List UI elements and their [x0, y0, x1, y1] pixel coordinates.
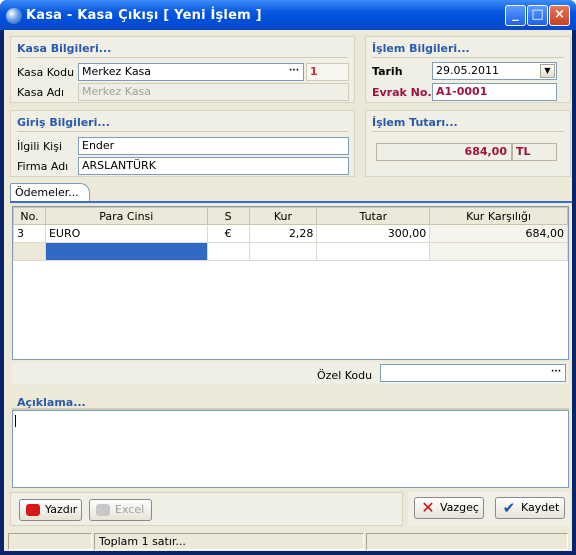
printer-icon: [26, 504, 40, 516]
kasa-adi-label: Kasa Adı: [17, 86, 65, 99]
table-header-row: No. Para Cinsi S Kur Tutar Kur Karşılığı: [13, 207, 568, 225]
ilgili-kisi-label: İlgili Kişi: [17, 140, 63, 153]
vazgec-button[interactable]: ✕ Vazgeç: [414, 497, 484, 519]
col-s-header[interactable]: S: [206, 207, 250, 225]
table-row-new[interactable]: [13, 242, 568, 261]
tutar-panel-title: İşlem Tutarı...: [372, 116, 458, 129]
chevron-down-icon[interactable]: ▼: [540, 64, 555, 78]
firma-adi-field[interactable]: ARSLANTÜRK: [78, 157, 349, 175]
cell-symbol[interactable]: [206, 242, 250, 261]
status-cell-right: [366, 533, 568, 550]
ozel-kodu-label: Özel Kodu: [317, 369, 373, 382]
cell-kur[interactable]: [248, 242, 318, 261]
check-icon: ✔: [502, 499, 516, 517]
right-button-bar: ✕ Vazgeç ✔ Kaydet: [408, 492, 570, 526]
col-no-header[interactable]: No.: [13, 207, 46, 225]
kaydet-label: Kaydet: [521, 501, 560, 514]
cell-symbol[interactable]: €: [206, 224, 250, 243]
odemeler-table: No. Para Cinsi S Kur Tutar Kur Karşılığı…: [13, 207, 568, 261]
cancel-x-icon: ✕: [421, 498, 435, 517]
text-caret: [15, 415, 16, 427]
divider: [17, 131, 348, 132]
status-message: Toplam 1 satır...: [94, 533, 364, 550]
divider: [372, 131, 564, 132]
cell-para-cinsi-selected[interactable]: [44, 242, 208, 261]
col-para-cinsi-header[interactable]: Para Cinsi: [44, 207, 208, 225]
ilgili-kisi-field[interactable]: Ender: [78, 137, 349, 155]
giris-panel-title: Giriş Bilgileri...: [17, 116, 110, 129]
tab-odemeler[interactable]: Ödemeler...: [10, 183, 90, 202]
excel-button: Excel: [89, 499, 152, 521]
ozel-kodu-lookup-button[interactable]: ···: [549, 366, 563, 380]
tutar-value: 684,00: [376, 143, 512, 161]
aciklama-textarea[interactable]: [12, 410, 569, 488]
yazdir-label: Yazdır: [45, 503, 78, 516]
tarih-picker[interactable]: 29.05.2011 ▼: [432, 62, 557, 80]
cell-kur[interactable]: 2,28: [248, 224, 318, 243]
vazgec-label: Vazgeç: [440, 501, 479, 514]
cell-kur-karsiligi: 684,00: [429, 224, 568, 243]
evrak-no-field[interactable]: A1-0001: [432, 83, 557, 101]
close-button[interactable]: ×: [549, 5, 570, 26]
cell-tutar[interactable]: [316, 242, 431, 261]
title-bar[interactable]: Kasa - Kasa Çıkışı [ Yeni İşlem ] _ □ ×: [0, 0, 576, 30]
tarih-value: 29.05.2011: [436, 64, 499, 77]
tutar-currency: TL: [512, 143, 557, 161]
kasa-panel-title: Kasa Bilgileri...: [17, 42, 112, 55]
app-icon: [6, 8, 22, 24]
excel-label: Excel: [115, 503, 145, 516]
kasa-adi-field: Merkez Kasa: [78, 83, 349, 101]
cell-tutar[interactable]: 300,00: [316, 224, 431, 243]
col-tutar-header[interactable]: Tutar: [316, 207, 431, 225]
islem-panel: İşlem Bilgileri... Tarih 29.05.2011 ▼ Ev…: [365, 36, 571, 103]
kasa-kodu-value: Merkez Kasa: [82, 65, 152, 78]
status-cell-left: [8, 533, 92, 550]
left-button-bar: Yazdır Excel: [10, 492, 403, 526]
excel-icon: [96, 504, 110, 516]
yazdir-button[interactable]: Yazdır: [19, 499, 82, 521]
divider: [372, 57, 564, 58]
divider: [17, 57, 348, 58]
tab-strip: Ödemeler...: [10, 182, 572, 203]
client-area: Kasa Bilgileri... Kasa Kodu Merkez Kasa …: [4, 30, 572, 551]
kasa-kodu-label: Kasa Kodu: [17, 66, 75, 79]
maximize-button[interactable]: □: [527, 5, 548, 26]
kaydet-button[interactable]: ✔ Kaydet: [495, 497, 565, 519]
firma-adi-label: Firma Adı: [17, 160, 69, 173]
col-kur-karsiligi-header[interactable]: Kur Karşılığı: [429, 207, 568, 225]
cell-kur-karsiligi: [429, 242, 568, 261]
kasa-lookup-button[interactable]: ···: [287, 65, 301, 79]
kasa-kodu-field[interactable]: Merkez Kasa ···: [78, 63, 304, 81]
tutar-panel: İşlem Tutarı... 684,00 TL: [365, 110, 571, 177]
cell-para-cinsi[interactable]: EURO: [44, 224, 208, 243]
cell-no[interactable]: 3: [13, 224, 46, 243]
minimize-button[interactable]: _: [505, 5, 526, 26]
ozel-kodu-field[interactable]: ···: [380, 364, 566, 382]
table-row[interactable]: 3 EURO € 2,28 300,00 684,00: [13, 224, 568, 243]
evrak-no-label: Evrak No.: [372, 86, 432, 99]
cell-no[interactable]: [13, 242, 46, 261]
app-window: Kasa - Kasa Çıkışı [ Yeni İşlem ] _ □ × …: [0, 0, 576, 555]
tarih-label: Tarih: [372, 65, 403, 78]
odemeler-grid[interactable]: No. Para Cinsi S Kur Tutar Kur Karşılığı…: [12, 206, 569, 360]
islem-panel-title: İşlem Bilgileri...: [372, 42, 470, 55]
tab-underline: [10, 201, 572, 203]
ozel-kodu-area: Özel Kodu ···: [12, 362, 569, 384]
status-bar: Toplam 1 satır...: [4, 530, 572, 551]
kasa-panel: Kasa Bilgileri... Kasa Kodu Merkez Kasa …: [10, 36, 355, 103]
window-title: Kasa - Kasa Çıkışı [ Yeni İşlem ]: [26, 8, 262, 23]
giris-panel: Giriş Bilgileri... İlgili Kişi Ender Fir…: [10, 110, 355, 177]
kasa-code-box: 1: [306, 63, 349, 81]
col-kur-header[interactable]: Kur: [248, 207, 318, 225]
